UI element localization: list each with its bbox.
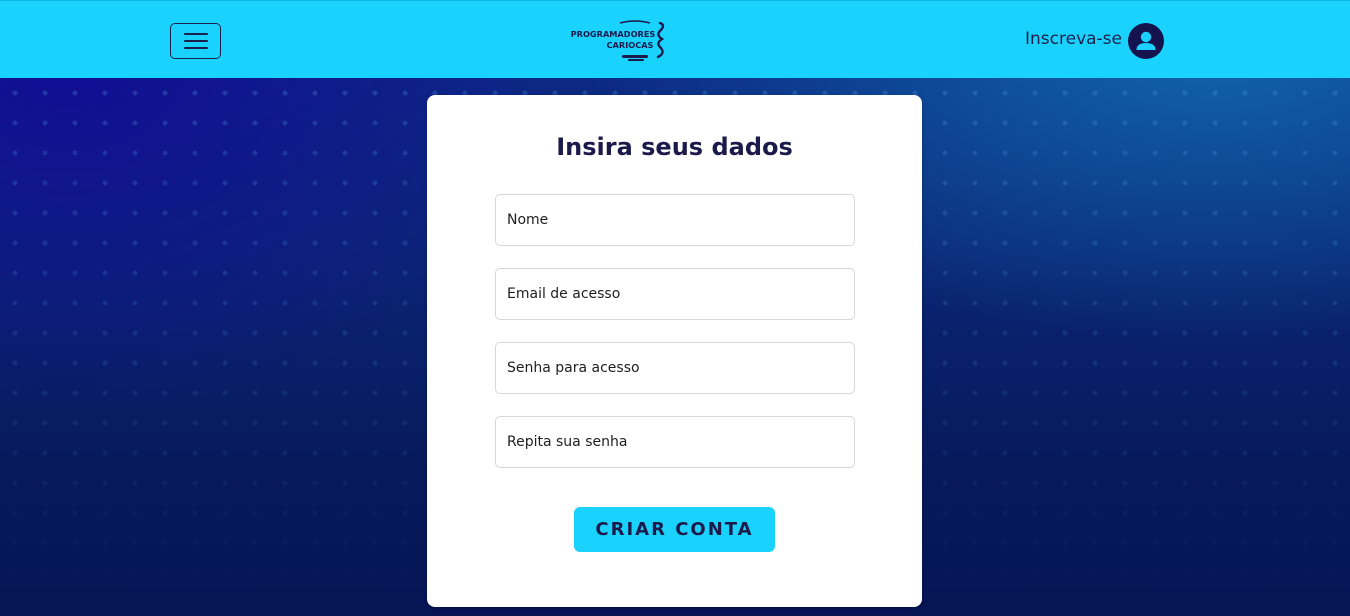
name-input[interactable] [495,194,855,246]
user-avatar-button[interactable] [1128,23,1164,59]
programadores-cariocas-logo[interactable]: PROGRAMADORES CARIOCAS [560,17,670,65]
email-input[interactable] [495,268,855,320]
create-account-button[interactable]: CRIAR CONTA [574,507,775,552]
top-navbar: PROGRAMADORES CARIOCAS Inscreva-se [0,0,1350,78]
signup-card: Insira seus dados CRIAR CONTA [427,95,922,607]
user-icon [1136,31,1156,50]
confirm-password-input[interactable] [495,416,855,468]
menu-toggle-button[interactable] [170,23,221,59]
form-title: Insira seus dados [556,133,793,161]
logo-line2: CARIOCAS [607,40,654,50]
password-input[interactable] [495,342,855,394]
signup-link[interactable]: Inscreva-se [1025,29,1122,49]
logo-line1: PROGRAMADORES [571,29,656,39]
